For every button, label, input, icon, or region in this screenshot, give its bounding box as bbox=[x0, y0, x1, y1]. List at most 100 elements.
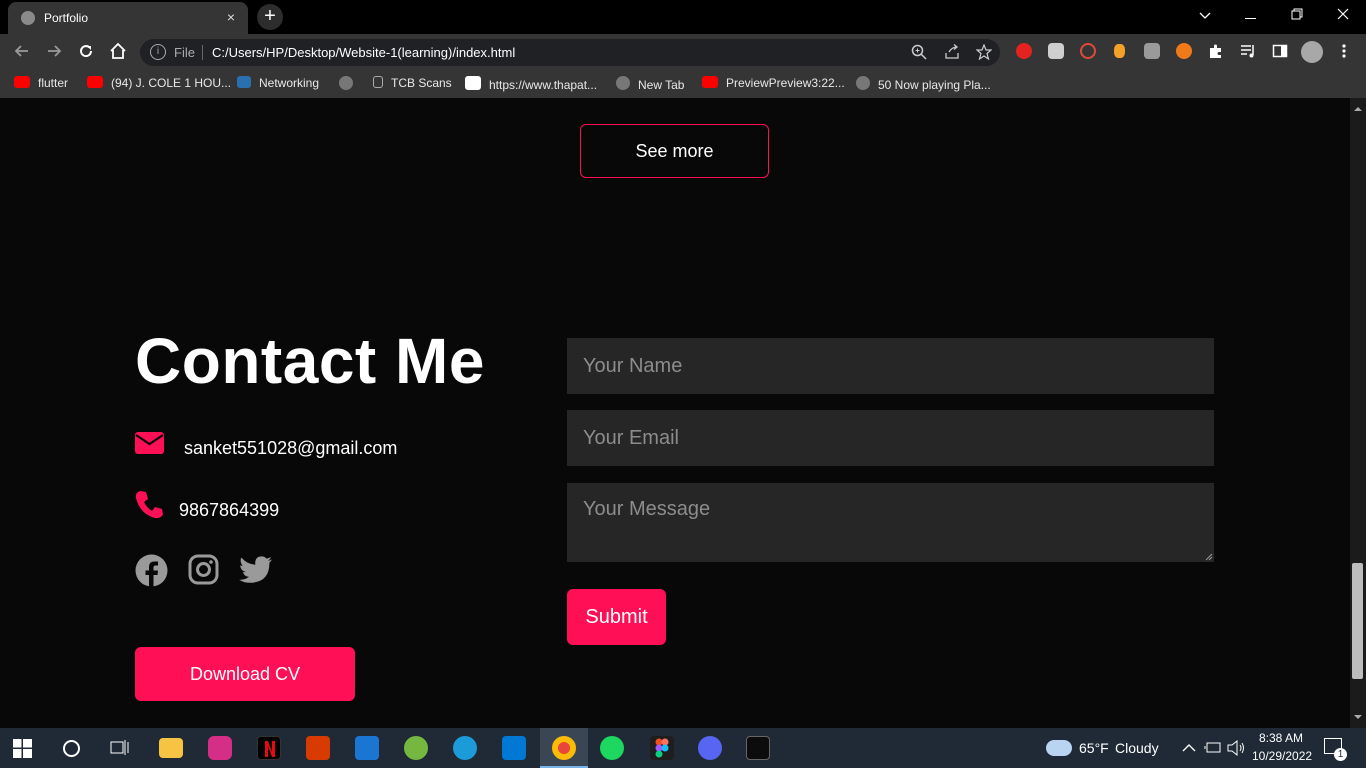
envelope-icon bbox=[135, 432, 164, 454]
windows-start-icon[interactable] bbox=[13, 739, 33, 758]
profile-avatar[interactable] bbox=[1301, 41, 1323, 63]
message-textarea[interactable]: Your Message bbox=[567, 483, 1214, 562]
bookmark-label: https://www.thapat... bbox=[489, 78, 598, 92]
scrollbar-thumb[interactable] bbox=[1352, 563, 1363, 679]
instagram-icon[interactable] bbox=[188, 554, 222, 588]
zoom-icon[interactable] bbox=[910, 44, 928, 62]
close-window-button[interactable] bbox=[1320, 0, 1366, 30]
vscode-icon[interactable] bbox=[502, 736, 526, 760]
email-text[interactable]: sanket551028@gmail.com bbox=[184, 438, 397, 459]
volume-icon[interactable] bbox=[1227, 740, 1245, 756]
facebook-icon[interactable] bbox=[135, 554, 169, 588]
submit-button[interactable]: Submit bbox=[567, 589, 666, 645]
bookmark-label: New Tab bbox=[638, 78, 685, 92]
scroll-down-arrow-icon[interactable] bbox=[1350, 712, 1366, 722]
bookmark-flutter[interactable]: flutter bbox=[14, 76, 68, 92]
extension-1-icon[interactable] bbox=[1016, 43, 1032, 59]
utorrent-icon[interactable] bbox=[404, 736, 428, 760]
puzzle-icon[interactable] bbox=[1208, 43, 1224, 59]
spotify-icon[interactable] bbox=[600, 736, 624, 760]
battery-icon[interactable] bbox=[1204, 741, 1222, 755]
page-content: See more Contact Me sanket551028@gmail.c… bbox=[0, 98, 1350, 728]
bookmark-star-icon[interactable] bbox=[975, 43, 993, 62]
mail-icon[interactable] bbox=[355, 736, 379, 760]
back-arrow-icon[interactable] bbox=[12, 42, 32, 62]
youtube-icon bbox=[14, 76, 30, 88]
discord-icon[interactable] bbox=[698, 736, 722, 760]
page-icon bbox=[373, 76, 383, 88]
extension-6-icon[interactable] bbox=[1176, 43, 1192, 59]
chrome-taskbar-active[interactable] bbox=[540, 728, 588, 768]
restore-button[interactable] bbox=[1274, 0, 1320, 30]
extension-3-icon[interactable] bbox=[1080, 43, 1096, 59]
tab-portfolio[interactable]: Portfolio × bbox=[8, 2, 248, 34]
globe-icon bbox=[339, 76, 353, 90]
bookmark-label: 50 Now playing Pla... bbox=[878, 78, 991, 92]
figma-icon[interactable] bbox=[650, 736, 674, 760]
see-more-button[interactable]: See more bbox=[580, 124, 769, 178]
extension-2-icon[interactable] bbox=[1048, 43, 1064, 59]
email-input[interactable]: Your Email bbox=[567, 410, 1214, 466]
bookmark-j-cole[interactable]: (94) J. COLE 1 HOU... bbox=[87, 76, 231, 92]
reload-icon[interactable] bbox=[76, 42, 96, 62]
twitter-icon[interactable] bbox=[239, 556, 273, 590]
menu-kebab-icon[interactable] bbox=[1336, 43, 1352, 59]
new-tab-button[interactable]: + bbox=[257, 4, 283, 30]
url-scheme-label: File bbox=[174, 45, 195, 60]
bookmark-tcb-scans[interactable]: TCB Scans bbox=[373, 76, 452, 92]
phone-icon bbox=[135, 491, 163, 519]
office-icon[interactable] bbox=[306, 736, 330, 760]
file-explorer-icon[interactable] bbox=[159, 738, 183, 758]
globe-icon bbox=[856, 76, 870, 90]
bookmark-label: flutter bbox=[38, 76, 69, 90]
youtube-icon bbox=[702, 76, 718, 88]
netflix-icon[interactable] bbox=[257, 736, 281, 760]
name-input[interactable]: Your Name bbox=[567, 338, 1214, 394]
weather-temp[interactable]: 65°F bbox=[1079, 740, 1109, 756]
edge-icon[interactable] bbox=[453, 736, 477, 760]
bookmark-label: (94) J. COLE 1 HOU... bbox=[111, 76, 232, 90]
clock-date[interactable]: 10/29/2022 bbox=[1252, 749, 1312, 763]
bookmark-networking[interactable]: Networking bbox=[237, 76, 319, 92]
bookmark-new-tab[interactable]: New Tab bbox=[616, 76, 684, 92]
resize-handle-icon[interactable] bbox=[1205, 553, 1213, 561]
bookmark-thapa[interactable]: https://www.thapat... bbox=[465, 76, 597, 92]
info-icon[interactable]: i bbox=[150, 44, 166, 60]
bookmark-label: Networking bbox=[259, 76, 320, 90]
close-tab-icon[interactable]: × bbox=[222, 8, 240, 26]
terminal-icon[interactable] bbox=[746, 736, 770, 760]
lock-extension-icon[interactable] bbox=[1144, 43, 1160, 59]
cloud-icon bbox=[1046, 740, 1072, 756]
tab-title: Portfolio bbox=[44, 11, 89, 25]
bookmarks-bar: flutter (94) J. COLE 1 HOU... Networking… bbox=[0, 70, 1366, 98]
weather-text[interactable]: Cloudy bbox=[1115, 740, 1159, 756]
instagram-app-icon[interactable] bbox=[208, 736, 232, 760]
bookmark-globe[interactable] bbox=[339, 76, 361, 92]
share-icon[interactable] bbox=[943, 44, 961, 62]
youtube-icon bbox=[87, 76, 103, 88]
url-text[interactable]: C:/Users/HP/Desktop/Website-1(learning)/… bbox=[212, 45, 515, 60]
extension-4-icon[interactable] bbox=[1114, 44, 1125, 58]
browser-toolbar: i File C:/Users/HP/Desktop/Website-1(lea… bbox=[0, 34, 1366, 70]
bookmark-preview[interactable]: PreviewPreview3:22... bbox=[702, 76, 845, 92]
home-icon[interactable] bbox=[108, 42, 128, 62]
bookmark-now-playing[interactable]: 50 Now playing Pla... bbox=[856, 76, 991, 92]
taskbar: 65°F Cloudy 8:38 AM 10/29/2022 1 bbox=[0, 728, 1366, 768]
search-circle-icon[interactable] bbox=[63, 740, 80, 757]
address-bar[interactable]: i File C:/Users/HP/Desktop/Website-1(lea… bbox=[140, 39, 1000, 66]
download-cv-button[interactable]: Download CV bbox=[135, 647, 355, 701]
clock-time[interactable]: 8:38 AM bbox=[1259, 731, 1303, 745]
scroll-up-arrow-icon[interactable] bbox=[1350, 104, 1366, 114]
task-view-icon[interactable] bbox=[110, 739, 134, 763]
minimize-button[interactable] bbox=[1228, 0, 1274, 30]
media-control-icon[interactable] bbox=[1240, 43, 1256, 59]
chevron-up-icon[interactable] bbox=[1182, 743, 1196, 753]
url-separator bbox=[202, 45, 203, 60]
tab-search-icon[interactable] bbox=[1182, 0, 1228, 30]
side-panel-icon[interactable] bbox=[1272, 43, 1288, 59]
chrome-icon bbox=[552, 736, 576, 760]
forward-arrow-icon[interactable] bbox=[44, 42, 64, 62]
globe-icon bbox=[21, 11, 35, 25]
phone-text[interactable]: 9867864399 bbox=[179, 500, 279, 521]
bookmark-label: PreviewPreview3:22... bbox=[726, 76, 845, 90]
